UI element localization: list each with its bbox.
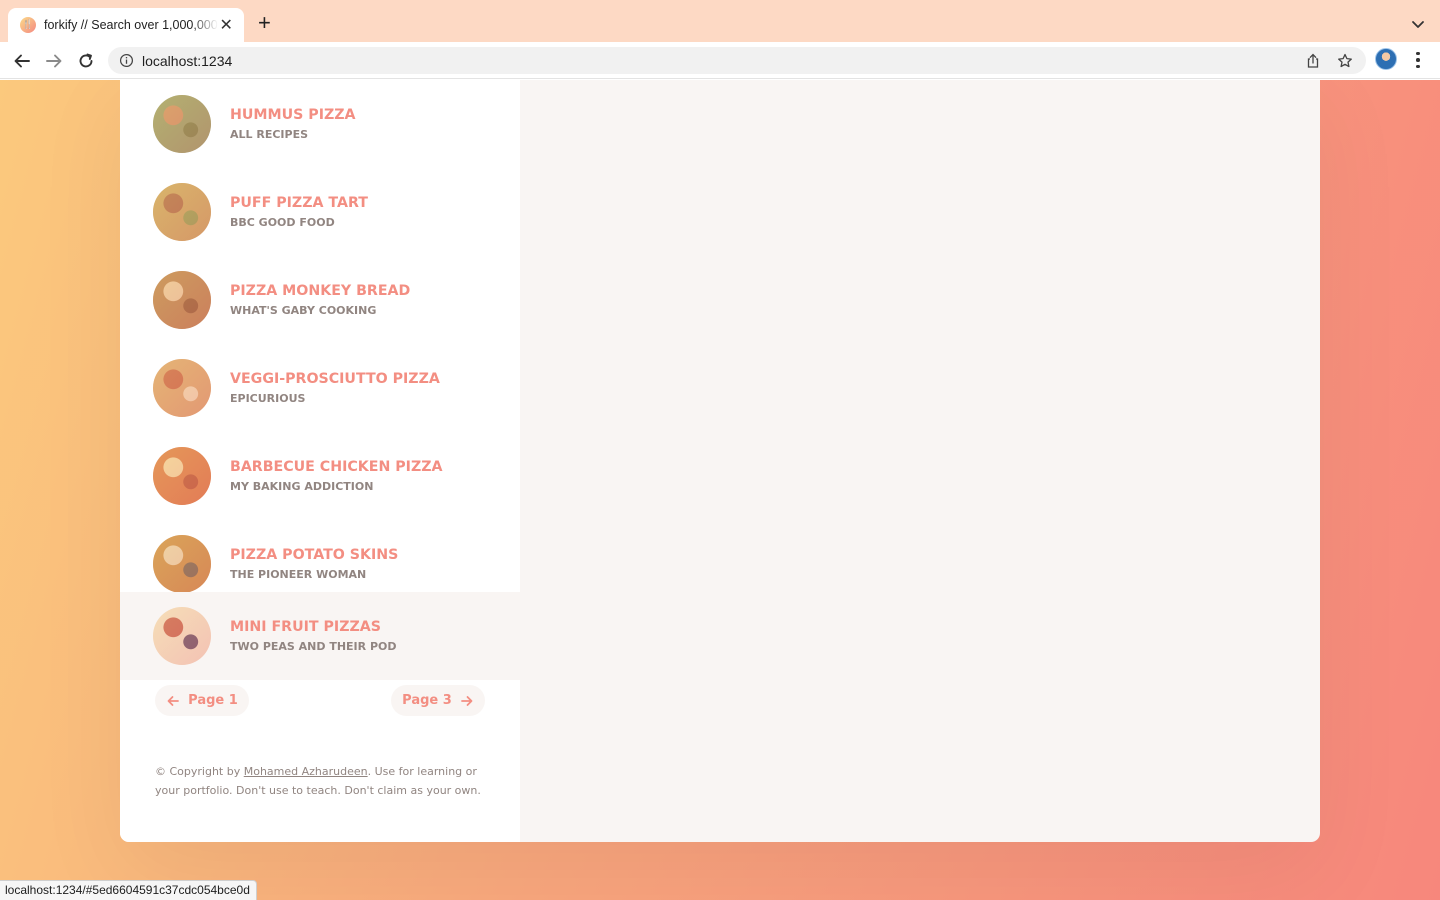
back-icon[interactable]	[10, 49, 34, 73]
recipe-thumbnail	[153, 535, 211, 593]
tab-search-chevron-icon[interactable]	[1408, 14, 1428, 34]
recipe-panel	[520, 80, 1320, 842]
result-text: Veggi-Prosciutto Pizza Epicurious	[230, 370, 440, 406]
result-publisher: Two Peas and Their Pod	[230, 640, 397, 653]
address-bar[interactable]: localhost:1234	[108, 47, 1366, 74]
result-publisher: All Recipes	[230, 128, 309, 141]
url-text: localhost:1234	[142, 52, 233, 69]
forkify-favicon-icon: 🍴	[20, 17, 36, 33]
recipe-thumbnail	[153, 359, 211, 417]
result-title: Pizza Monkey Bread	[230, 283, 411, 299]
result-publisher: My Baking Addiction	[230, 480, 374, 493]
author-link[interactable]: Mohamed Azharudeen	[244, 765, 368, 778]
copyright-prefix: © Copyright by	[155, 765, 244, 778]
close-tab-icon[interactable]: ✕	[218, 17, 234, 33]
result-text: Puff Pizza Tart BBC Good Food	[230, 194, 368, 230]
result-publisher: Epicurious	[230, 392, 306, 405]
new-tab-icon[interactable]: +	[258, 12, 271, 34]
result-title: Barbecue Chicken Pizza	[230, 459, 443, 475]
result-text: Pizza Potato Skins The Pioneer Woman	[230, 546, 398, 582]
result-title: Veggi-Prosciutto Pizza	[230, 371, 440, 387]
forward-icon[interactable]	[42, 49, 66, 73]
recipe-thumbnail	[153, 271, 211, 329]
arrow-right-icon	[460, 695, 473, 706]
recipe-thumbnail	[153, 95, 211, 153]
profile-avatar[interactable]	[1375, 48, 1397, 70]
bookmark-star-icon[interactable]	[1336, 52, 1354, 70]
tab-title: forkify // Search over 1,000,000 recipes	[44, 18, 218, 32]
pagination-prev-button[interactable]: Page 1	[155, 685, 249, 716]
browser-tab[interactable]: 🍴 forkify // Search over 1,000,000 recip…	[8, 8, 244, 42]
site-info-icon[interactable]	[118, 53, 134, 69]
share-icon[interactable]	[1304, 52, 1322, 70]
forkify-app-container: Hummus Pizza All Recipes Puff Pizza Tart BB…	[120, 80, 1320, 842]
result-item[interactable]: Mini Fruit Pizzas Two Peas and Their Pod	[120, 592, 520, 680]
result-item[interactable]: Puff Pizza Tart BBC Good Food	[120, 168, 520, 256]
browser-toolbar: localhost:1234	[0, 42, 1440, 79]
search-results-panel: Hummus Pizza All Recipes Puff Pizza Tart BB…	[120, 80, 520, 842]
browser-menu-icon[interactable]	[1410, 50, 1426, 70]
result-item[interactable]: Veggi-Prosciutto Pizza Epicurious	[120, 344, 520, 432]
arrow-left-icon	[167, 695, 180, 706]
recipe-thumbnail	[153, 607, 211, 665]
result-item[interactable]: Barbecue Chicken Pizza My Baking Addictio…	[120, 432, 520, 520]
recipe-thumbnail	[153, 447, 211, 505]
result-publisher: What's Gaby Cooking	[230, 304, 377, 317]
result-publisher: The Pioneer Woman	[230, 568, 367, 581]
reload-icon[interactable]	[74, 49, 98, 73]
result-text: Mini Fruit Pizzas Two Peas and Their Pod	[230, 618, 397, 654]
result-title: Pizza Potato Skins	[230, 547, 399, 563]
result-title: Puff Pizza Tart	[230, 195, 368, 211]
recipe-thumbnail	[153, 183, 211, 241]
page-viewport: Hummus Pizza All Recipes Puff Pizza Tart BB…	[0, 80, 1440, 900]
status-bar-url: localhost:1234/#5ed6604591c37cdc054bce0d	[0, 880, 257, 900]
pagination-next-button[interactable]: Page 3	[391, 685, 485, 716]
result-text: Barbecue Chicken Pizza My Baking Addictio…	[230, 458, 443, 494]
result-text: Hummus Pizza All Recipes	[230, 106, 356, 142]
result-title: Mini Fruit Pizzas	[230, 619, 381, 635]
copyright-notice: © Copyright by Mohamed Azharudeen. Use f…	[155, 762, 485, 800]
pagination-prev-label: Page 1	[188, 693, 238, 708]
result-item[interactable]: Hummus Pizza All Recipes	[120, 80, 520, 168]
result-title: Hummus Pizza	[230, 107, 356, 123]
result-item[interactable]: Pizza Monkey Bread What's Gaby Cooking	[120, 256, 520, 344]
result-publisher: BBC Good Food	[230, 216, 335, 229]
result-text: Pizza Monkey Bread What's Gaby Cooking	[230, 282, 410, 318]
pagination-next-label: Page 3	[402, 693, 452, 708]
tab-strip: 🍴 forkify // Search over 1,000,000 recip…	[0, 0, 1440, 42]
